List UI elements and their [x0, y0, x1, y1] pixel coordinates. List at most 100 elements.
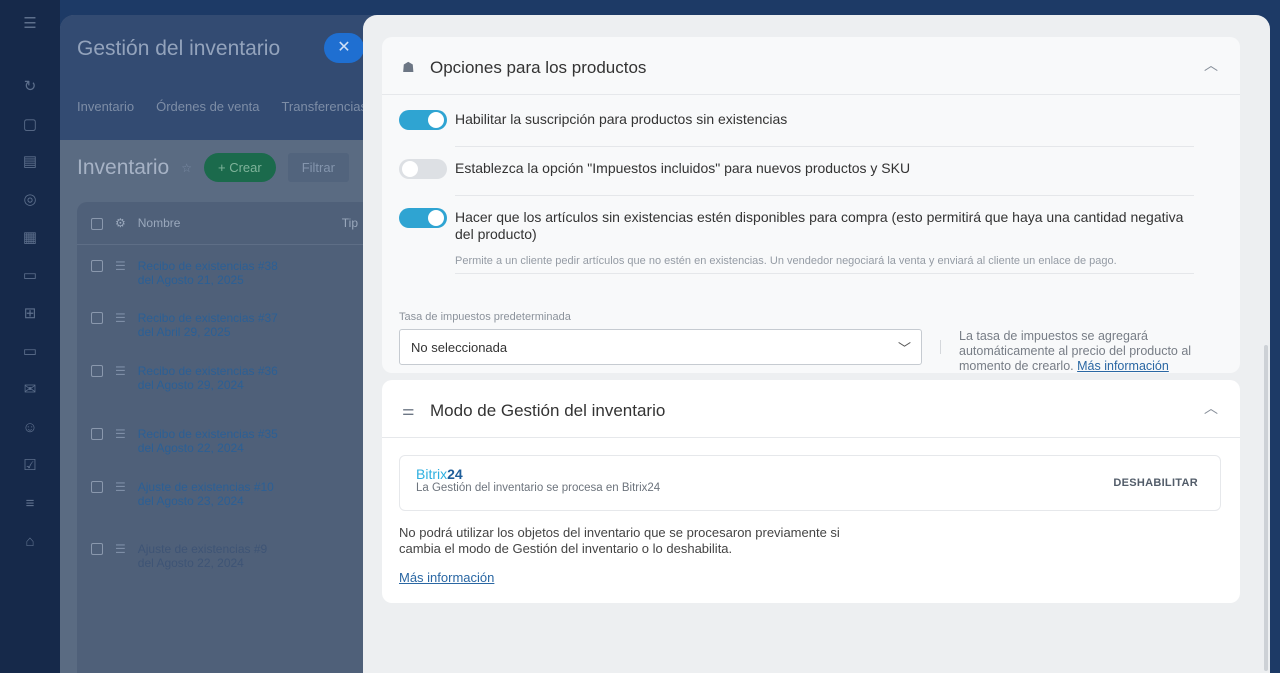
row-title[interactable]: Recibo de existencias #35: [138, 427, 278, 441]
create-button[interactable]: + Crear: [204, 153, 276, 182]
table-row[interactable]: ☰ Recibo de existencias #35 del Agosto 22…: [77, 427, 380, 455]
option-label: Hacer que los artículos sin existencias …: [455, 209, 1184, 242]
star-icon[interactable]: ☆: [181, 161, 192, 175]
products-icon: ☗: [402, 59, 415, 75]
row-menu-icon[interactable]: ☰: [115, 542, 126, 570]
row-menu-icon[interactable]: ☰: [115, 259, 126, 287]
option-hint: Permite a un cliente pedir artículos que…: [455, 255, 1117, 267]
chevron-up-icon[interactable]: ︿: [1204, 398, 1218, 418]
tasks-icon[interactable]: ☑: [20, 456, 40, 476]
row-title[interactable]: Recibo de existencias #37: [138, 311, 278, 325]
inventory-mode-title: Modo de Gestión del inventario: [430, 401, 666, 420]
subscription-toggle[interactable]: [399, 110, 447, 130]
row-menu-icon[interactable]: ☰: [115, 427, 126, 455]
row-date: del Agosto 29, 2024: [137, 378, 244, 392]
option-label: Establezca la opción "Impuestos incluido…: [455, 160, 911, 176]
row-checkbox[interactable]: [91, 312, 103, 324]
toggle-knob: [428, 210, 444, 226]
divider: [455, 195, 1194, 196]
option-label: Habilitar la suscripción para productos …: [455, 111, 788, 127]
crm-icon[interactable]: ◎: [20, 190, 40, 210]
negative-stock-toggle[interactable]: [399, 208, 447, 228]
chevron-down-icon: ﹀: [897, 341, 911, 356]
row-title[interactable]: Ajuste de existencias #10: [138, 480, 274, 494]
table-row[interactable]: ☰ Recibo de existencias #38 del Agosto 21…: [77, 259, 380, 287]
row-title[interactable]: Ajuste de existencias #9: [138, 542, 267, 556]
table-header: ⚙ Nombre Tip: [77, 202, 380, 245]
products-options-card: ☗ Opciones para los productos ︿ Habilita…: [382, 37, 1240, 373]
row-date: del Agosto 22, 2024: [137, 556, 244, 570]
option-negative-stock: Hacer que los artículos sin existencias …: [399, 208, 1194, 278]
tab-sales-orders[interactable]: Órdenes de venta: [156, 99, 259, 114]
column-name[interactable]: Nombre: [138, 216, 181, 230]
taxes-included-toggle[interactable]: [399, 159, 447, 179]
panel-scrollbar[interactable]: [1264, 345, 1268, 671]
table-row[interactable]: ☰ Ajuste de existencias #10 del Agosto 23…: [77, 480, 380, 508]
option-taxes-included: Establezca la opción "Impuestos incluido…: [399, 159, 1194, 199]
tax-rate-note: La tasa de impuestos se agregará automát…: [959, 329, 1221, 374]
window-title: Gestión del inventario: [77, 37, 281, 60]
menu-icon[interactable]: ☰: [20, 14, 40, 34]
close-icon[interactable]: ✕: [324, 33, 364, 63]
toggle-knob: [402, 161, 418, 177]
mode-description: La Gestión del inventario se procesa en …: [416, 482, 661, 494]
file-icon[interactable]: ▭: [20, 266, 40, 286]
inventory-tabs: Inventario Órdenes de venta Transferenci…: [77, 99, 367, 114]
option-subscription: Habilitar la suscripción para productos …: [399, 110, 1194, 150]
row-title[interactable]: Recibo de existencias #36: [138, 364, 278, 378]
document-icon[interactable]: ▤: [20, 152, 40, 172]
table-row[interactable]: ☰ Recibo de existencias #37 del Abril 29,…: [77, 311, 380, 339]
tab-transfers[interactable]: Transferencias: [281, 99, 367, 114]
column-type[interactable]: Tip: [342, 216, 358, 230]
row-checkbox[interactable]: [91, 543, 103, 555]
row-date: del Agosto 22, 2024: [137, 441, 244, 455]
row-date: del Agosto 21, 2025: [137, 273, 244, 287]
table-row[interactable]: ☰ Ajuste de existencias #9 del Agosto 22,…: [77, 542, 380, 570]
divider: [455, 273, 1194, 274]
filter-input[interactable]: Filtrar: [287, 153, 349, 182]
row-checkbox[interactable]: [91, 428, 103, 440]
tax-more-info-link[interactable]: Más información: [1077, 359, 1169, 373]
tax-rate-select[interactable]: No seleccionada ﹀: [399, 329, 922, 365]
board-icon[interactable]: ⊞: [20, 304, 40, 324]
chat-icon[interactable]: ▢: [20, 115, 40, 135]
inventory-settings-panel: ☗ Opciones para los productos ︿ Habilita…: [363, 15, 1270, 673]
row-menu-icon[interactable]: ☰: [115, 364, 126, 392]
documents-table: ⚙ Nombre Tip ☰ Recibo de existencias #38…: [77, 202, 380, 673]
calendar-icon[interactable]: ▦: [20, 228, 40, 248]
tax-rate-label: Tasa de impuestos predeterminada: [399, 311, 571, 323]
inventory-mode-header[interactable]: ⚌ Modo de Gestión del inventario ︿: [382, 380, 1240, 438]
row-menu-icon[interactable]: ☰: [115, 311, 126, 339]
sync-icon[interactable]: ↻: [20, 77, 40, 97]
more-info-link[interactable]: Más información: [399, 570, 494, 585]
row-checkbox[interactable]: [91, 260, 103, 272]
box-icon[interactable]: ⌂: [20, 532, 40, 552]
inventory-window: Gestión del inventario Inventario Órdene…: [60, 15, 380, 673]
divider: [940, 340, 941, 354]
products-options-title: Opciones para los productos: [430, 58, 647, 77]
select-all-checkbox[interactable]: [91, 217, 103, 230]
chevron-up-icon[interactable]: ︿: [1204, 55, 1218, 75]
tab-inventory[interactable]: Inventario: [77, 99, 134, 114]
mail-icon[interactable]: ✉: [20, 380, 40, 400]
disable-button[interactable]: DESHABILITAR: [1113, 477, 1198, 489]
toggle-knob: [428, 112, 444, 128]
inventory-toolbar: Inventario ☆ + Crear Filtrar: [77, 153, 349, 182]
left-navigation: ☰ ↻ ▢ ▤ ◎ ▦ ▭ ⊞ ▭ ✉ ☺ ☑ ≡ ⌂: [0, 0, 60, 673]
tax-rate-value: No seleccionada: [411, 340, 508, 355]
group-icon[interactable]: ☺: [20, 418, 40, 438]
row-checkbox[interactable]: [91, 481, 103, 493]
card-icon[interactable]: ▭: [20, 342, 40, 362]
row-menu-icon[interactable]: ☰: [115, 480, 126, 508]
divider: [455, 146, 1194, 147]
table-row[interactable]: ☰ Recibo de existencias #36 del Agosto 29…: [77, 364, 380, 392]
settings-icon[interactable]: ⚙: [115, 216, 126, 230]
brand-text-part1: Bitrix: [416, 466, 448, 482]
row-checkbox[interactable]: [91, 365, 103, 377]
row-date: del Agosto 23, 2024: [137, 494, 244, 508]
inventory-icon[interactable]: ≡: [20, 494, 40, 514]
page-title: Inventario: [77, 155, 170, 179]
row-title[interactable]: Recibo de existencias #38: [138, 259, 278, 273]
bitrix24-logo: Bitrix24: [416, 466, 463, 482]
products-options-header[interactable]: ☗ Opciones para los productos ︿: [382, 37, 1240, 95]
